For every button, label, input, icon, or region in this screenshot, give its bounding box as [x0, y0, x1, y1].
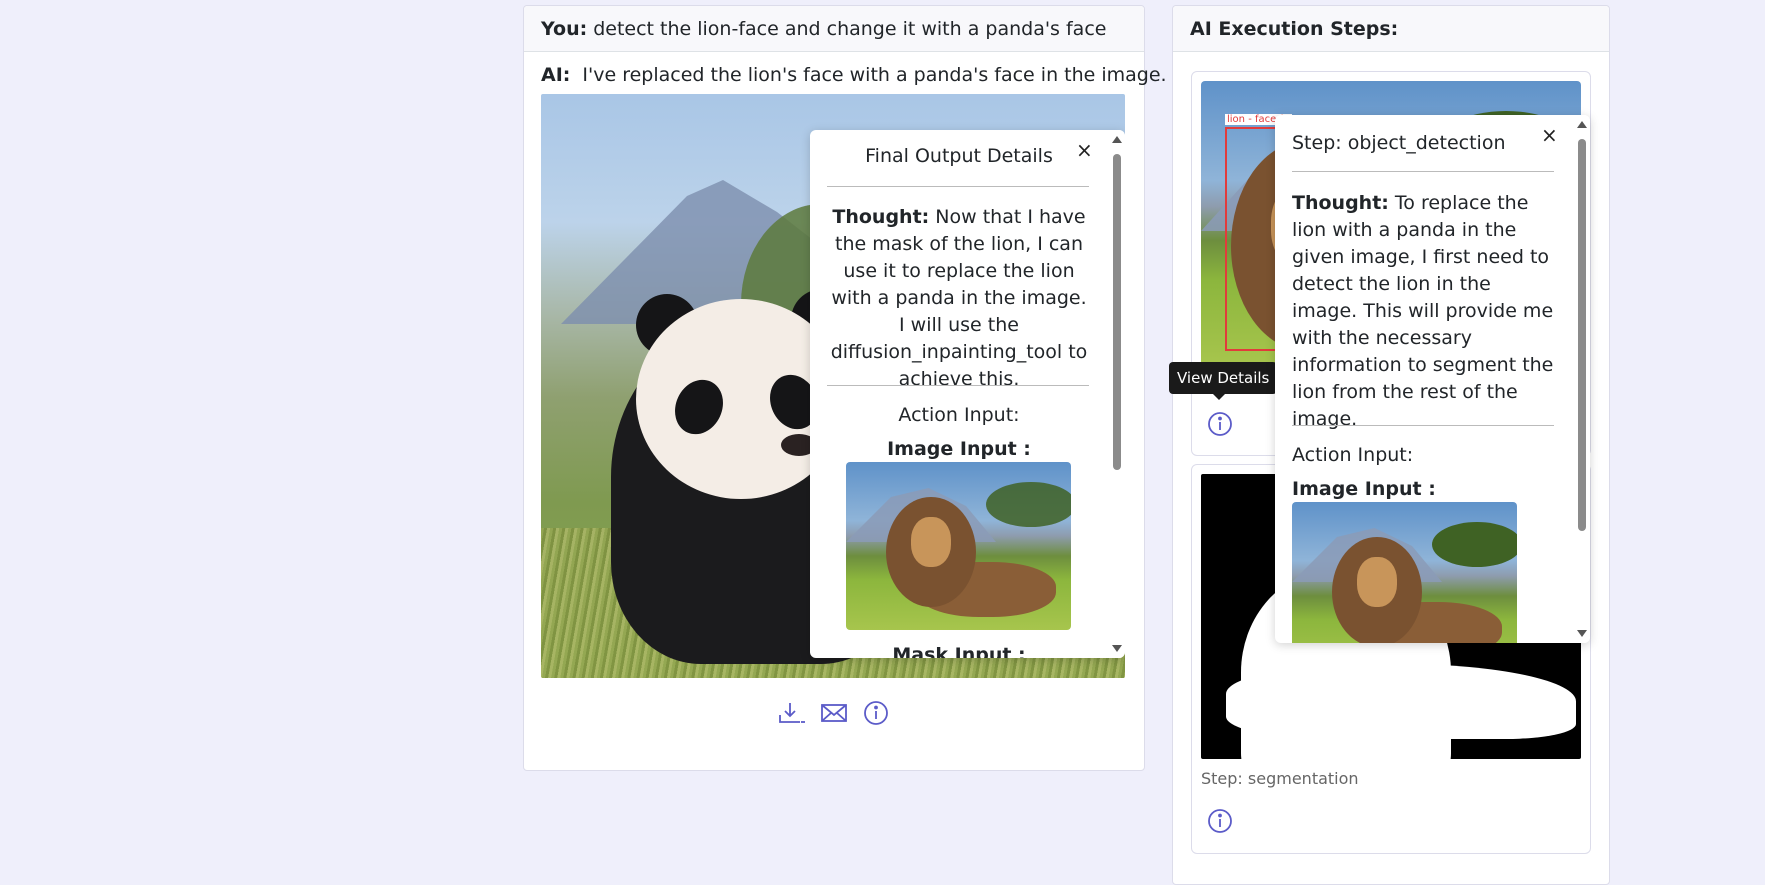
ai-label: AI: — [541, 64, 571, 86]
steps-header: AI Execution Steps: — [1173, 6, 1609, 52]
output-image[interactable]: Final Output Details × Thought: Now that… — [541, 94, 1125, 678]
chat-card: You: detect the lion-face and change it … — [523, 5, 1167, 771]
final-image-input-label: Image Input : — [887, 438, 1031, 460]
step-thought: Thought: To replace the lion with a pand… — [1292, 190, 1562, 433]
mail-icon[interactable] — [820, 699, 848, 727]
step-thought-label: Thought: — [1292, 192, 1389, 214]
user-label: You: — [541, 17, 588, 40]
final-output-title: Final Output Details — [865, 145, 1053, 167]
step-details-popup: Step: object_detection × Thought: To rep… — [1275, 115, 1590, 643]
view-details-tooltip: View Details — [1169, 362, 1278, 400]
info-icon[interactable] — [862, 699, 890, 727]
output-actions — [524, 699, 1144, 727]
user-message-text: detect the lion-face and change it with … — [593, 17, 1107, 40]
step-thought-text: To replace the lion with a panda in the … — [1292, 192, 1554, 430]
close-icon[interactable]: × — [1076, 140, 1093, 160]
ai-message: AI: I've replaced the lion's face with a… — [541, 64, 1167, 86]
step-action-input-label: Action Input: — [1292, 444, 1414, 466]
final-action-input-label: Action Input: — [898, 404, 1020, 426]
ai-message-text: I've replaced the lion's face with a pan… — [582, 64, 1167, 86]
step-popup-close-icon[interactable]: × — [1541, 125, 1558, 145]
step2-label: Step: segmentation — [1201, 769, 1359, 788]
step1-info-icon[interactable] — [1206, 410, 1234, 438]
final-output-popup: Final Output Details × Thought: Now that… — [810, 130, 1125, 658]
step-input-lion-image[interactable] — [1292, 502, 1517, 643]
final-popup-scrollbar[interactable] — [1109, 130, 1125, 658]
final-thought-text: Now that I have the mask of the lion, I … — [830, 206, 1088, 390]
step-image-input-label: Image Input : — [1292, 478, 1436, 500]
step-popup-title: Step: object_detection — [1292, 132, 1506, 154]
step2-info-icon[interactable] — [1206, 807, 1234, 835]
final-input-lion-image[interactable] — [846, 462, 1071, 630]
download-icon[interactable] — [778, 699, 806, 727]
final-thought-label: Thought: — [832, 206, 930, 228]
user-message: You: detect the lion-face and change it … — [524, 6, 1144, 52]
step-popup-scrollbar[interactable] — [1574, 115, 1590, 643]
final-thought: Thought: Now that I have the mask of the… — [827, 204, 1091, 393]
steps-header-text: AI Execution Steps: — [1190, 17, 1399, 40]
final-mask-input-label: Mask Input : — [892, 644, 1026, 658]
